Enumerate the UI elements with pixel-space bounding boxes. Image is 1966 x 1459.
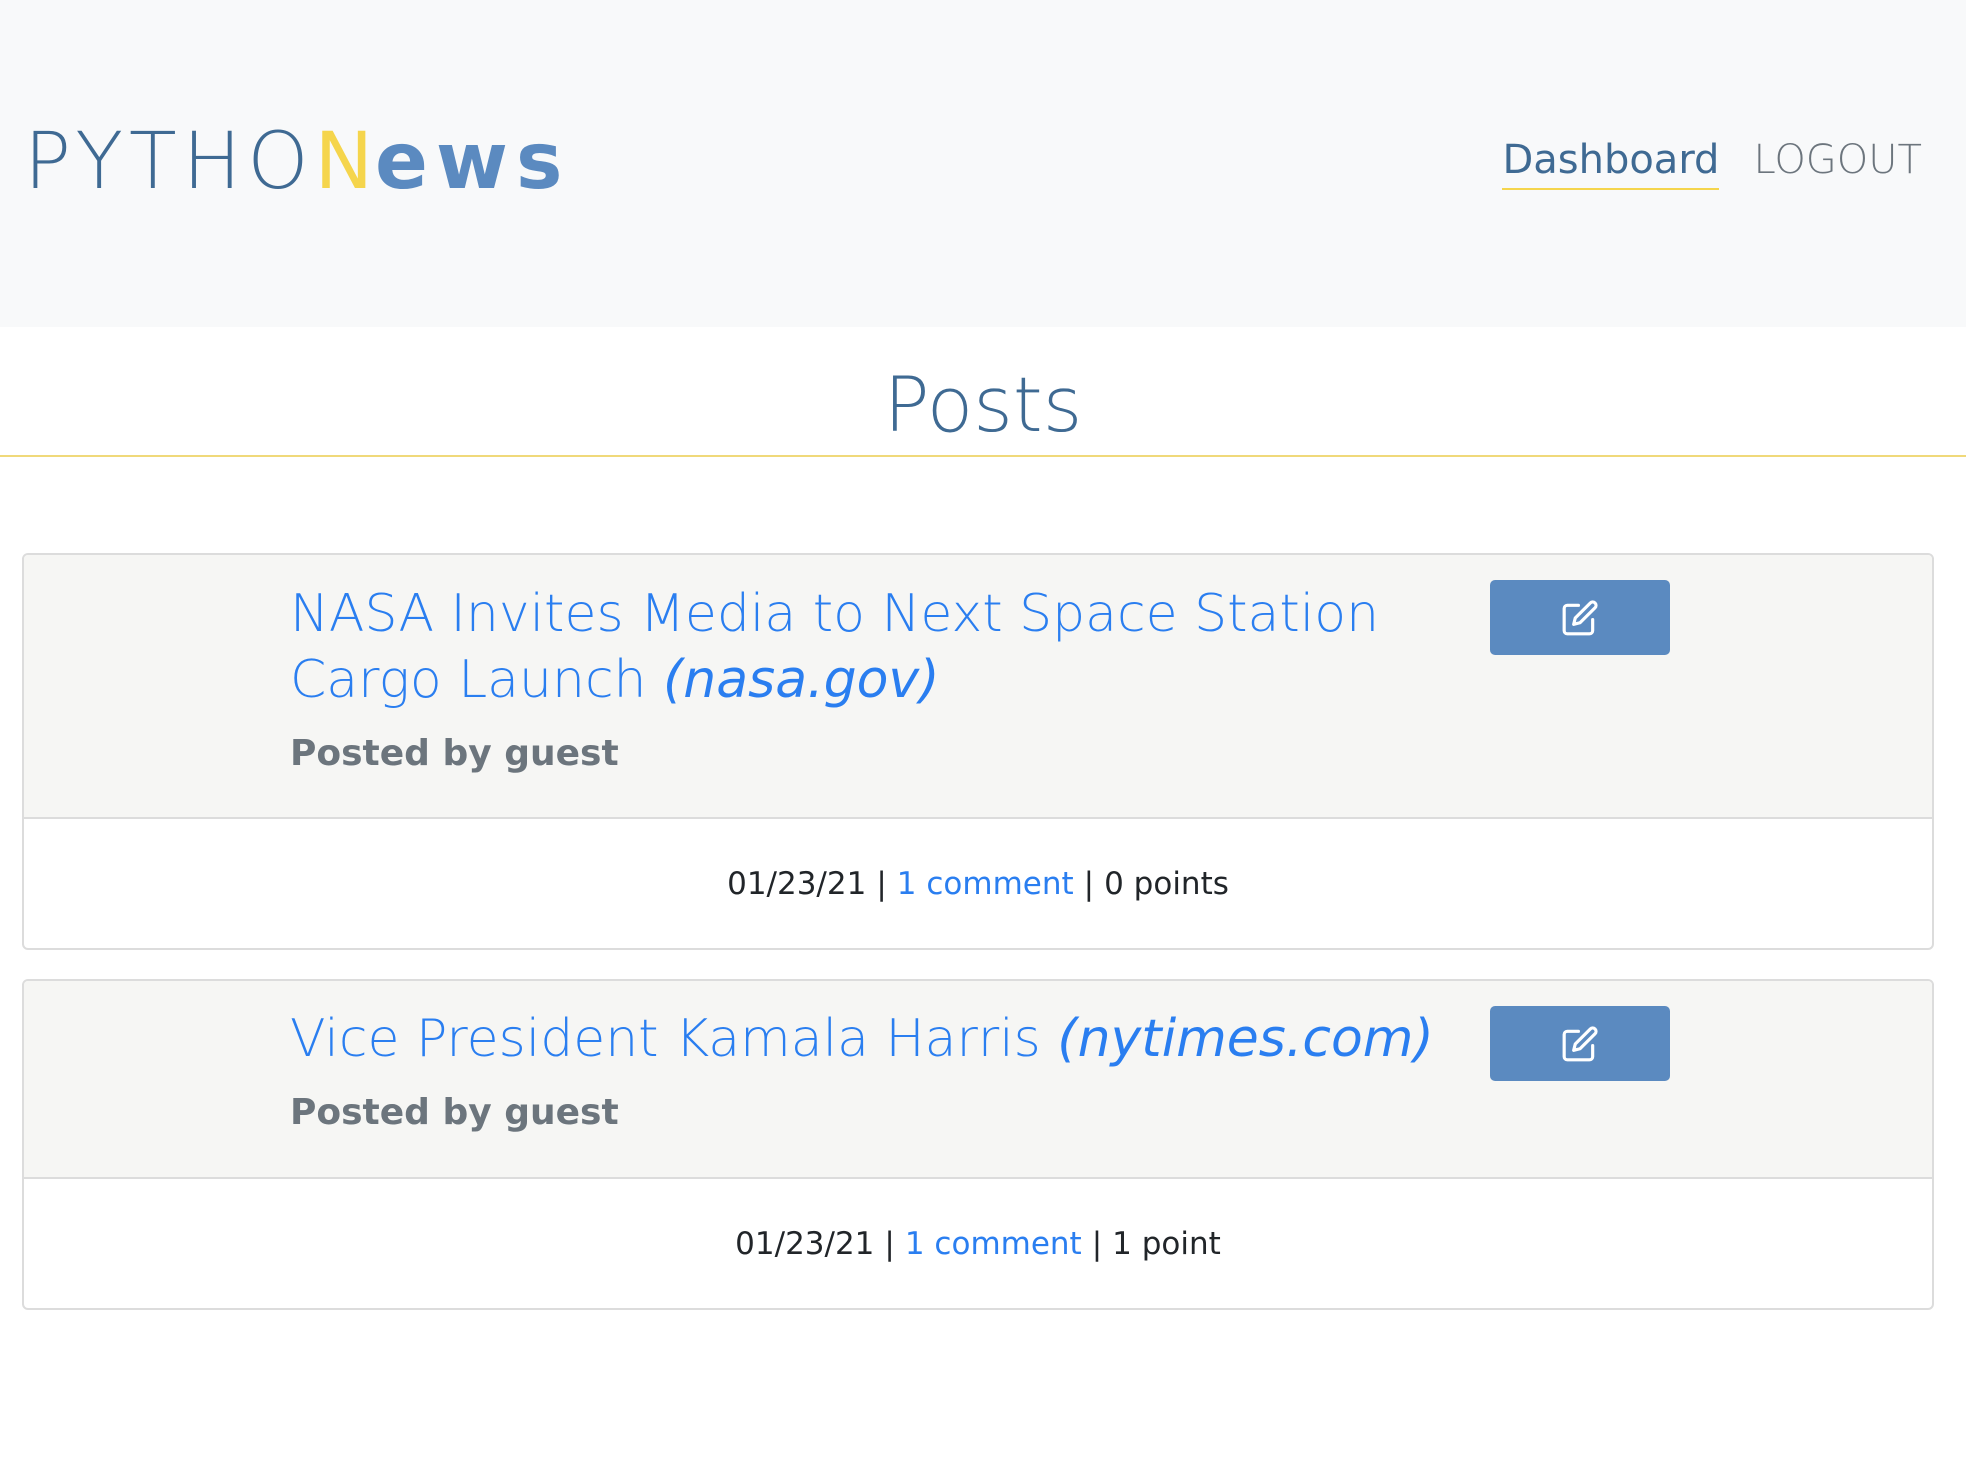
brand-part-ews: ews (375, 117, 571, 207)
post-title: NASA Invites Media to Next Space Station… (290, 581, 1440, 713)
nav-logout-link[interactable]: LOGOUT (1753, 134, 1922, 186)
post-comments-link[interactable]: 1 comment (897, 866, 1074, 902)
post-domain: (nasa.gov) (663, 650, 940, 710)
brand-part-n: N (314, 117, 376, 207)
post-card-header: NASA Invites Media to Next Space Station… (24, 555, 1932, 819)
post-card-header: Vice President Kamala Harris (nytimes.co… (24, 981, 1932, 1179)
title-divider (0, 455, 1966, 457)
edit-post-button[interactable] (1490, 580, 1670, 655)
post-title-link[interactable]: Vice President Kamala Harris (nytimes.co… (290, 1009, 1434, 1069)
post-title: Vice President Kamala Harris (nytimes.co… (290, 1006, 1440, 1072)
edit-icon (1562, 1025, 1598, 1061)
post-card: NASA Invites Media to Next Space Station… (22, 553, 1934, 950)
post-date: 01/23/21 (735, 1225, 875, 1262)
brand-part-pytho: PYTHO (24, 117, 315, 207)
post-author: Posted by guest (290, 1092, 619, 1133)
nav-links: Dashboard LOGOUT (1502, 134, 1922, 190)
post-points: 1 point (1112, 1225, 1221, 1262)
edit-icon (1562, 599, 1598, 635)
page-title: Posts (883, 360, 1083, 449)
post-comments-link[interactable]: 1 comment (905, 1226, 1082, 1262)
navbar: PYTHONews Dashboard LOGOUT (0, 0, 1966, 327)
post-meta: 01/23/21 | 1 comment | 1 point (735, 1225, 1221, 1262)
edit-post-button[interactable] (1490, 1006, 1670, 1081)
post-domain: (nytimes.com) (1057, 1009, 1434, 1069)
nav-dashboard-link[interactable]: Dashboard (1502, 134, 1720, 190)
post-title-link[interactable]: NASA Invites Media to Next Space Station… (290, 584, 1379, 710)
post-author: Posted by guest (290, 733, 619, 774)
post-title-text: Vice President Kamala Harris (290, 1009, 1041, 1069)
post-card: Vice President Kamala Harris (nytimes.co… (22, 979, 1934, 1310)
post-date: 01/23/21 (727, 865, 867, 902)
post-meta: 01/23/21 | 1 comment | 0 points (727, 865, 1229, 902)
brand-logo[interactable]: PYTHONews (24, 112, 570, 212)
post-points: 0 points (1104, 865, 1229, 902)
